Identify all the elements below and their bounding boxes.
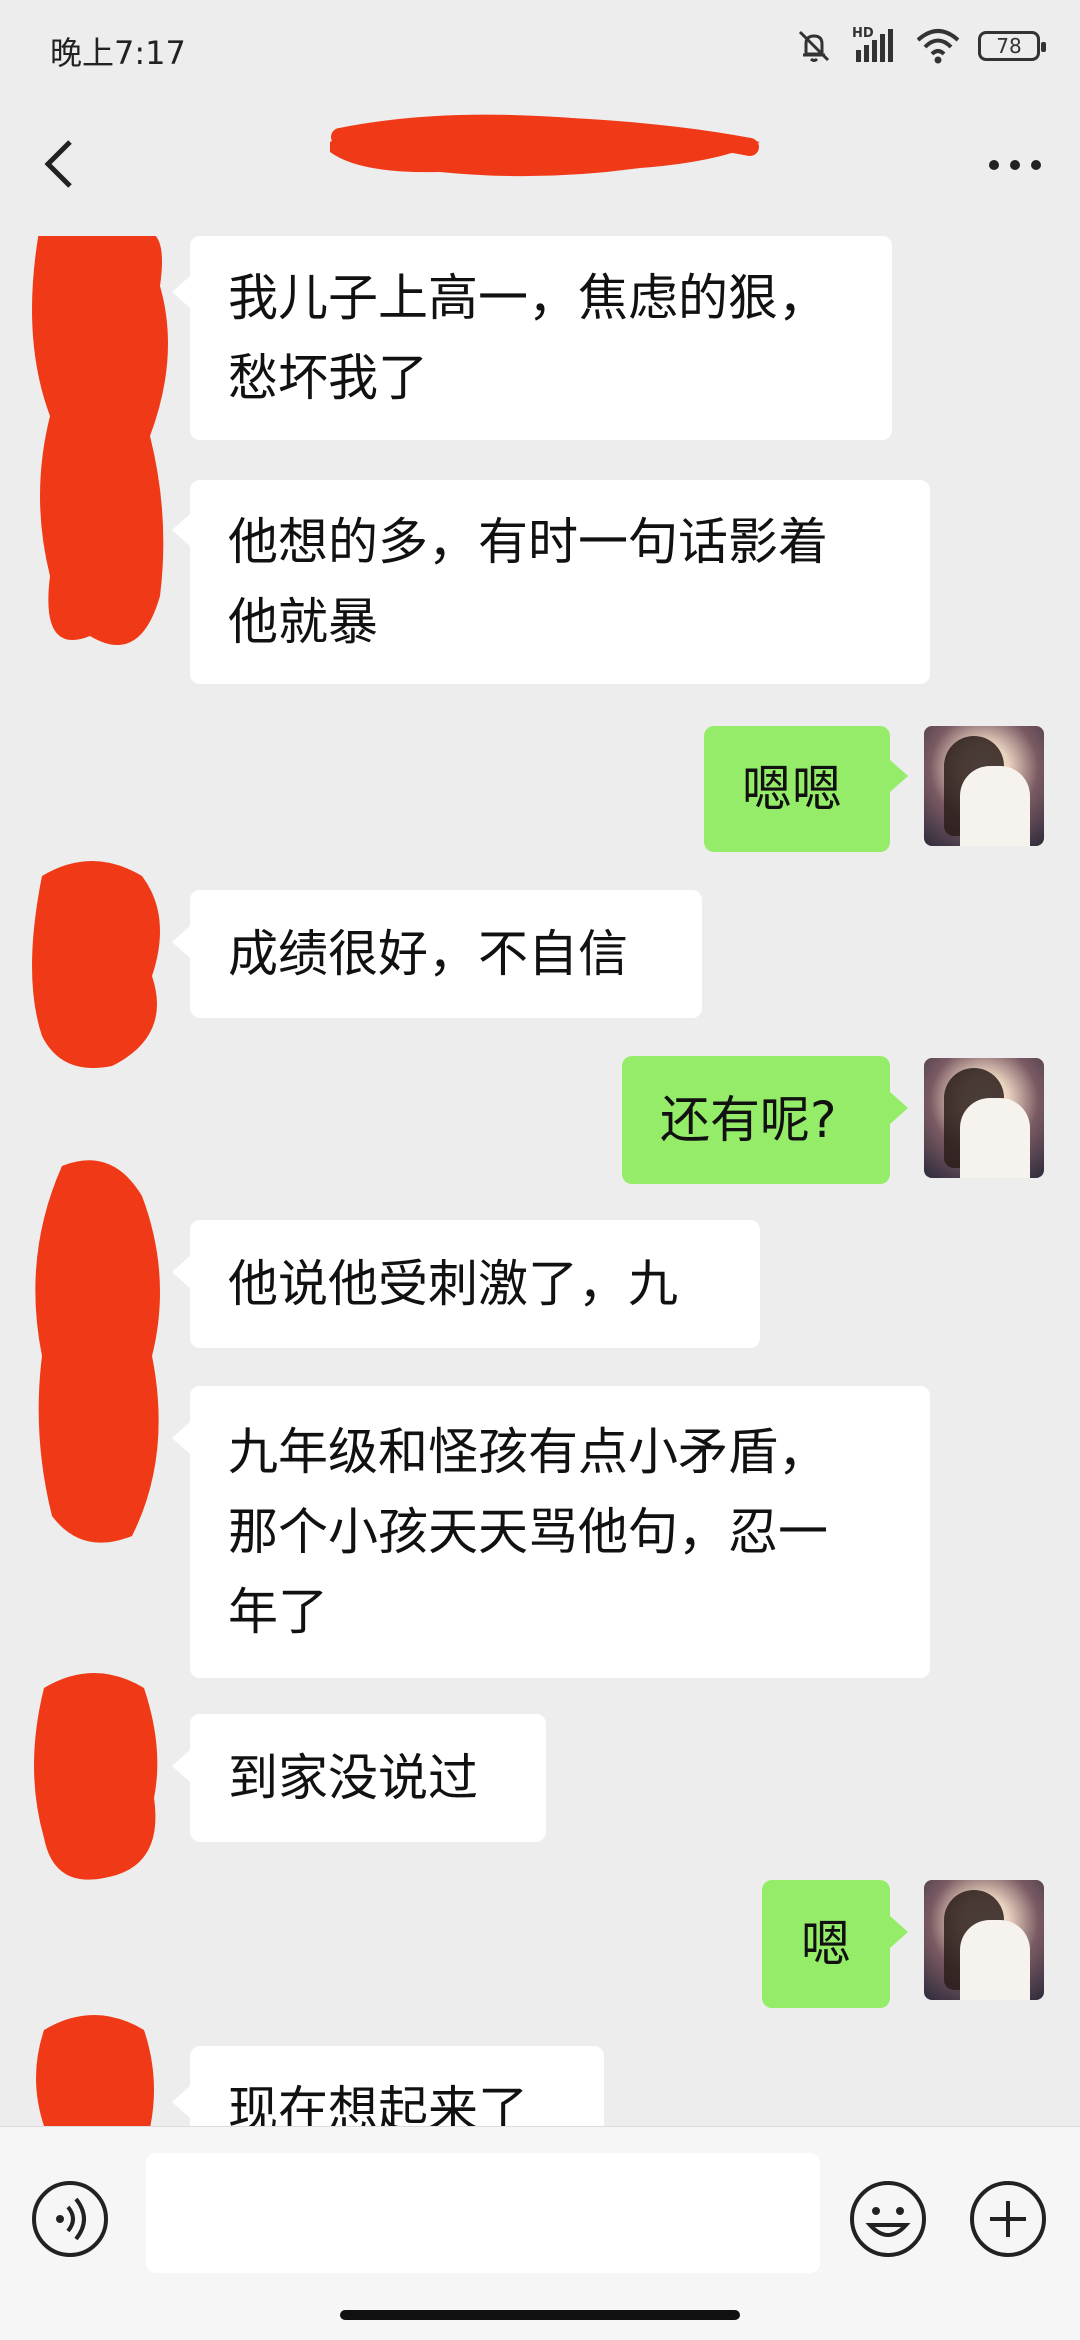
- redacted-avatar: [36, 2015, 154, 2126]
- redacted-avatar: [35, 1160, 161, 1543]
- message-input-bar: [0, 2126, 1080, 2281]
- chat-message-list[interactable]: 我儿子上高一，焦虑的狠， 愁坏我了 他想的多，有时一句话影着 他就暴 嗯嗯 成绩…: [0, 236, 1080, 2126]
- message-line: 嗯: [801, 1915, 851, 1973]
- message-line: 嗯嗯: [742, 760, 842, 818]
- emoji-icon[interactable]: [848, 2179, 928, 2259]
- message-bubble[interactable]: 我儿子上高一，焦虑的狠， 愁坏我了: [190, 236, 892, 440]
- message-bubble[interactable]: 嗯: [762, 1880, 890, 2008]
- more-dots-icon[interactable]: [980, 140, 1050, 190]
- message-line: 还有呢?: [660, 1091, 837, 1149]
- message-line: 九年级和怪孩有点小矛盾，: [228, 1423, 828, 1481]
- battery-indicator: 78: [978, 31, 1046, 61]
- home-indicator[interactable]: [340, 2310, 740, 2320]
- mute-bell-icon: [798, 30, 830, 62]
- message-input[interactable]: [146, 2153, 820, 2273]
- message-bubble[interactable]: 九年级和怪孩有点小矛盾， 那个小孩天天骂他句，忍一 年了: [190, 1386, 930, 1678]
- message-bubble[interactable]: 他想的多，有时一句话影着 他就暴: [190, 480, 930, 684]
- chat-header: [0, 96, 1080, 236]
- status-icons: HD 78: [794, 26, 1046, 66]
- message-line: 年了: [228, 1583, 328, 1641]
- message-line: 到家没说过: [228, 1749, 478, 1807]
- message-line: 现在想起来了: [228, 2081, 528, 2126]
- message-line: 那个小孩天天骂他句，忍一: [228, 1503, 828, 1561]
- wifi-icon: [916, 29, 960, 64]
- battery-level: 78: [996, 34, 1022, 58]
- redacted-avatar: [34, 1673, 158, 1880]
- status-bar: 晚上7:17 HD 78: [0, 0, 1080, 96]
- avatar[interactable]: [924, 726, 1044, 846]
- signal-icon: HD: [852, 26, 898, 64]
- message-bubble[interactable]: 嗯嗯: [704, 726, 890, 852]
- message-line: 他说他受刺激了，九: [228, 1255, 678, 1313]
- message-line: 我儿子上高一，焦虑的狠，: [228, 269, 828, 327]
- message-line: 成绩很好，不自信: [228, 925, 628, 983]
- message-bubble[interactable]: 他说他受刺激了，九: [190, 1220, 760, 1348]
- message-line: 愁坏我了: [228, 349, 428, 407]
- message-bubble[interactable]: 现在想起来了: [190, 2046, 604, 2126]
- avatar[interactable]: [924, 1058, 1044, 1178]
- voice-icon[interactable]: [30, 2179, 110, 2259]
- redacted-avatar: [32, 861, 160, 1068]
- message-bubble[interactable]: 到家没说过: [190, 1714, 546, 1842]
- redacted-contact-name: [330, 114, 760, 177]
- plus-icon[interactable]: [968, 2179, 1048, 2259]
- message-bubble[interactable]: 还有呢?: [622, 1056, 890, 1184]
- status-time: 晚上7:17: [50, 34, 186, 72]
- chevron-left-icon[interactable]: [34, 136, 90, 192]
- message-line: 他想的多，有时一句话影着: [228, 513, 828, 571]
- message-line: 他就暴: [228, 593, 378, 651]
- avatar[interactable]: [924, 1880, 1044, 2000]
- message-bubble[interactable]: 成绩很好，不自信: [190, 890, 702, 1018]
- redacted-avatar: [32, 236, 168, 645]
